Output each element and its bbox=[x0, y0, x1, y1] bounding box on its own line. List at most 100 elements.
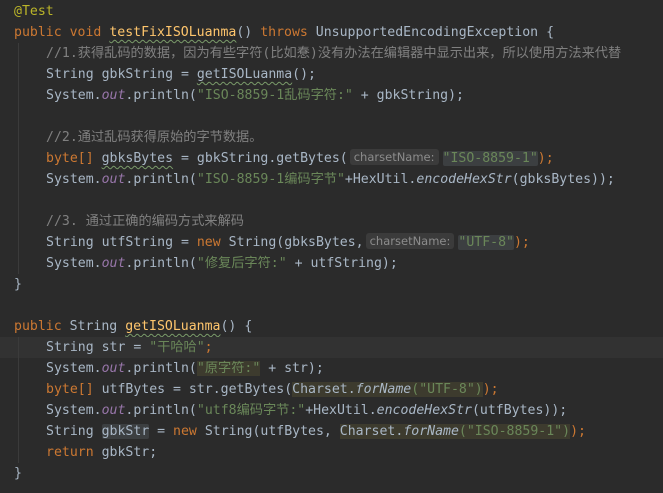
string-literal: "UTF-8" bbox=[458, 235, 514, 250]
code-line[interactable]: } bbox=[0, 463, 663, 484]
code-line[interactable]: System.out.println("原字符:" + str); bbox=[0, 358, 663, 379]
code-line[interactable]: System.out.println("修复后字符:" + utfString)… bbox=[0, 253, 663, 274]
static-method-call[interactable]: encodeHexStr bbox=[416, 172, 511, 187]
code-line[interactable]: } bbox=[0, 274, 663, 295]
variable-gbksBytes[interactable]: gbksBytes bbox=[102, 151, 173, 166]
return-type[interactable]: String bbox=[70, 319, 118, 334]
statement-text: (utfBytes)); bbox=[471, 403, 568, 418]
code-line[interactable]: System.out.println("ISO-8859-1乱码字符:" + g… bbox=[0, 85, 663, 106]
code-line[interactable]: public String getISOLuanma() { bbox=[0, 316, 663, 337]
code-line[interactable]: String gbkString = getISOLuanma(); bbox=[0, 64, 663, 85]
statement-text: +HexUtil. bbox=[344, 172, 417, 187]
keyword-return: return bbox=[46, 445, 94, 460]
string-literal: ("ISO-8859-1") bbox=[458, 424, 571, 439]
indent-guide bbox=[18, 421, 19, 442]
code-line-blank[interactable] bbox=[0, 106, 663, 127]
static-method-call[interactable]: forName bbox=[403, 424, 459, 439]
static-method-call[interactable]: encodeHexStr bbox=[377, 403, 472, 418]
statement-text: System. bbox=[46, 88, 102, 103]
parens: () bbox=[220, 319, 237, 334]
parameter-hint: charsetName: bbox=[365, 233, 455, 249]
static-field-out[interactable]: out bbox=[102, 88, 126, 103]
statement-end: ); bbox=[570, 424, 586, 439]
keyword-public: public bbox=[14, 319, 62, 334]
string-literal: ("UTF-8") bbox=[411, 382, 483, 397]
statement-text: utfBytes = str.getBytes( bbox=[93, 382, 293, 397]
code-line-blank[interactable] bbox=[0, 295, 663, 316]
parameter-hint: charsetName: bbox=[349, 149, 439, 165]
statement-text: + utfString); bbox=[286, 256, 398, 271]
code-line[interactable]: //1.获得乱码的数据，因为有些字符(比如惷)没有办法在编辑器中显示出来，所以使… bbox=[0, 43, 663, 64]
indent-guide bbox=[18, 148, 19, 169]
parens: () bbox=[236, 25, 253, 40]
statement-text: String bbox=[46, 424, 102, 439]
code-line[interactable]: @Test bbox=[0, 1, 663, 22]
keyword-public: public bbox=[14, 25, 62, 40]
indent-guide bbox=[18, 85, 19, 106]
code-line[interactable]: String utfString = new String(gbksBytes,… bbox=[0, 232, 663, 253]
exception-type[interactable]: UnsupportedEncodingException bbox=[316, 25, 538, 40]
statement-end: ); bbox=[482, 382, 499, 397]
string-literal: "ISO-8859-1编码字节" bbox=[196, 172, 345, 187]
indent-guide bbox=[18, 379, 19, 400]
method-name-testFixISOLuanma[interactable]: testFixISOLuanma bbox=[109, 25, 236, 40]
keyword-byte-array: byte[] bbox=[46, 382, 94, 397]
statement-text: String gbkString = bbox=[46, 67, 197, 82]
comment: //2.通过乱码获得原始的字节数据。 bbox=[46, 130, 263, 145]
statement-end: ); bbox=[537, 151, 554, 166]
keyword-new: new bbox=[173, 424, 197, 439]
static-method-call[interactable]: forName bbox=[355, 382, 412, 397]
charset-class[interactable]: Charset. bbox=[292, 382, 356, 397]
variable-gbkStr[interactable]: gbkStr bbox=[101, 424, 150, 439]
static-field-out[interactable]: out bbox=[102, 403, 126, 418]
code-line[interactable]: byte[] gbksBytes = gbkString.getBytes(ch… bbox=[0, 148, 663, 169]
brace-open: { bbox=[244, 319, 253, 334]
static-field-out[interactable]: out bbox=[102, 361, 126, 376]
statement-text: = bbox=[149, 424, 174, 439]
statement-text: .println( bbox=[125, 88, 197, 103]
string-literal: "ISO-8859-1" bbox=[442, 151, 538, 166]
code-line-current[interactable]: String str = "干哈哈"; bbox=[0, 337, 663, 358]
statement-end: ); bbox=[513, 235, 530, 250]
charset-class[interactable]: Charset. bbox=[339, 424, 404, 439]
indent-guide bbox=[18, 169, 19, 190]
statement-text: + gbkString); bbox=[352, 88, 464, 103]
code-line[interactable]: System.out.println("ISO-8859-1编码字节"+HexU… bbox=[0, 169, 663, 190]
statement-text: String utfString = bbox=[46, 235, 197, 250]
code-line[interactable]: String gbkStr = new String(utfBytes, Cha… bbox=[0, 421, 663, 442]
code-line[interactable]: System.out.println("utf8编码字节:"+HexUtil.e… bbox=[0, 400, 663, 421]
indent-guide bbox=[18, 442, 19, 463]
indent-guide bbox=[18, 337, 19, 358]
indent-guide bbox=[18, 127, 19, 148]
code-line[interactable]: public void testFixISOLuanma() throws Un… bbox=[0, 22, 663, 43]
code-line-blank[interactable] bbox=[0, 190, 663, 211]
statement-text: String(utfBytes, bbox=[196, 424, 340, 439]
static-field-out[interactable]: out bbox=[102, 172, 126, 187]
string-literal: "修复后字符:" bbox=[196, 256, 287, 271]
statement-text: System. bbox=[46, 256, 102, 271]
statement-text: (gbksBytes)); bbox=[511, 172, 615, 187]
annotation-test: @Test bbox=[14, 4, 54, 19]
code-editor[interactable]: @Test public void testFixISOLuanma() thr… bbox=[0, 0, 663, 493]
statement-text: .println( bbox=[125, 403, 197, 418]
statement-text: System. bbox=[46, 403, 102, 418]
string-literal: "原字符:" bbox=[196, 361, 261, 376]
string-literal: "utf8编码字节:" bbox=[196, 403, 306, 418]
statement-text: .println( bbox=[125, 361, 197, 376]
indent-guide bbox=[18, 358, 19, 379]
method-name-getISOLuanma[interactable]: getISOLuanma bbox=[125, 319, 220, 334]
indent-guide bbox=[18, 64, 19, 85]
statement-text: String str = bbox=[46, 340, 150, 355]
static-field-out[interactable]: out bbox=[102, 256, 126, 271]
statement-text: System. bbox=[46, 172, 102, 187]
indent-guide bbox=[18, 190, 19, 211]
code-line[interactable]: //2.通过乱码获得原始的字节数据。 bbox=[0, 127, 663, 148]
method-call[interactable]: getISOLuanma bbox=[197, 67, 292, 82]
brace-close: } bbox=[14, 277, 22, 292]
code-line[interactable]: byte[] utfBytes = str.getBytes(Charset.f… bbox=[0, 379, 663, 400]
brace-open: { bbox=[546, 25, 555, 40]
statement-text: String(gbksBytes, bbox=[220, 235, 364, 250]
statement-text: .println( bbox=[125, 256, 197, 271]
code-line[interactable]: //3. 通过正确的编码方式来解码 bbox=[0, 211, 663, 232]
code-line[interactable]: return gbkStr; bbox=[0, 442, 663, 463]
